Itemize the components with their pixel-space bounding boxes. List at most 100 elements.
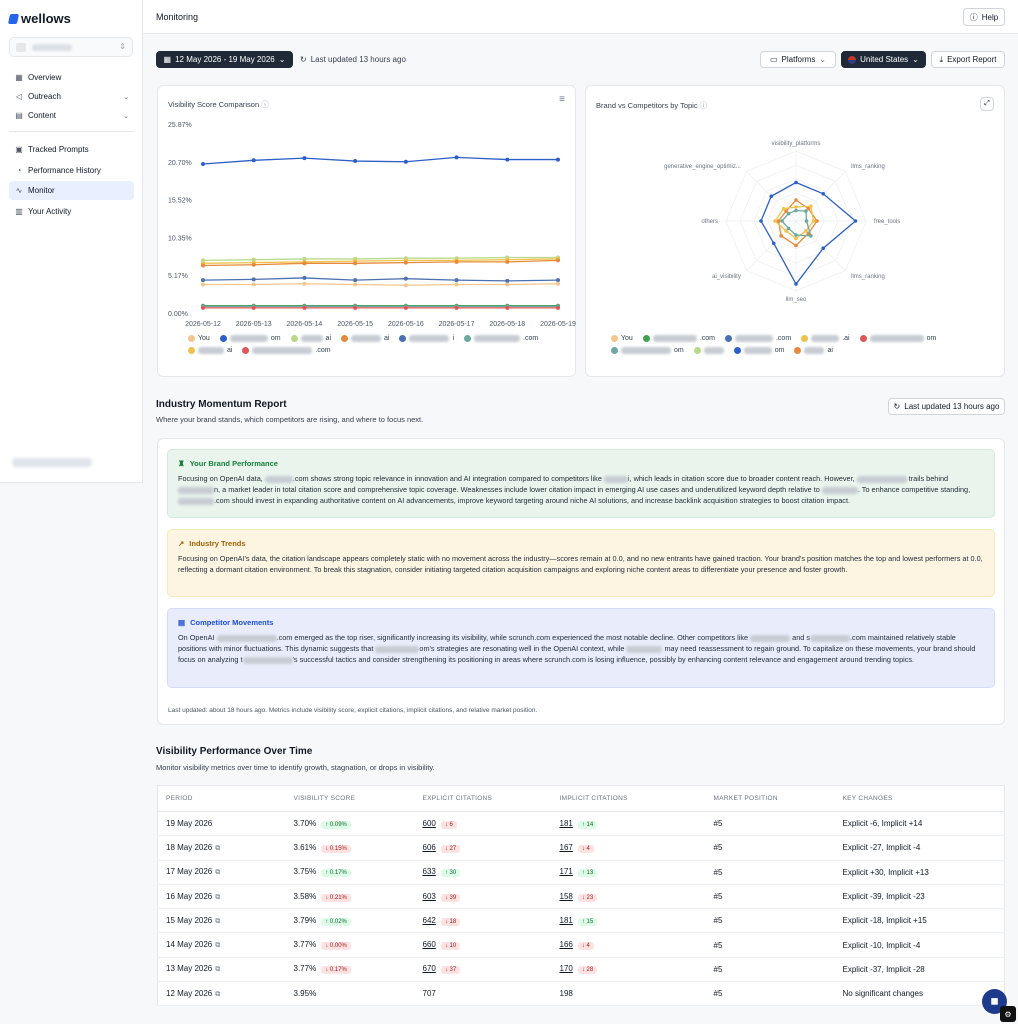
- legend-item[interactable]: ai: [794, 344, 833, 356]
- sidebar-item-overview[interactable]: ▦ Overview: [9, 68, 134, 87]
- legend-item[interactable]: om: [859, 332, 936, 344]
- legend-item[interactable]: om: [733, 344, 784, 356]
- radar-point[interactable]: [794, 243, 798, 248]
- export-report-button[interactable]: ⤓ Export Report: [931, 51, 1005, 68]
- implicit-citations-link[interactable]: 181: [560, 819, 573, 828]
- data-point[interactable]: [251, 262, 256, 267]
- radar-point[interactable]: [781, 206, 786, 211]
- radar-point[interactable]: [794, 198, 798, 202]
- help-button[interactable]: ⓘ Help: [963, 8, 1005, 26]
- data-point[interactable]: [454, 282, 459, 287]
- legend-item[interactable]: om: [219, 332, 281, 344]
- radar-point[interactable]: [853, 219, 858, 223]
- table-row[interactable]: 17 May 2026 ⧉ 3.75% ↑ 0.17% 633 ↑ 30 171 ↑ 1…: [157, 860, 1005, 885]
- data-point[interactable]: [454, 259, 459, 264]
- external-link-icon[interactable]: ⧉: [215, 918, 220, 925]
- sidebar-item-outreach[interactable]: ◁ Outreach ⌄: [9, 87, 134, 106]
- radar-point[interactable]: [809, 234, 813, 238]
- data-point[interactable]: [353, 305, 358, 310]
- table-row[interactable]: 19 May 2026 3.70% ↑ 0.09% 600 ↓ 6 181 ↑ 14 …: [157, 811, 1005, 837]
- legend-item[interactable]: [693, 344, 724, 356]
- radar-point[interactable]: [786, 211, 791, 216]
- explicit-citations-link[interactable]: 603: [423, 892, 436, 901]
- radar-point[interactable]: [794, 233, 798, 237]
- radar-point[interactable]: [804, 219, 809, 223]
- radar-point[interactable]: [821, 191, 826, 196]
- table-row[interactable]: 15 May 2026 ⧉ 3.79% ↑ 0.02% 642 ↓ 18 181 ↑ 1…: [157, 908, 1005, 934]
- implicit-citations-link[interactable]: 181: [560, 916, 573, 925]
- radar-point[interactable]: [786, 226, 791, 231]
- data-point[interactable]: [201, 282, 205, 287]
- data-point[interactable]: [403, 260, 408, 265]
- radar-point[interactable]: [794, 180, 798, 185]
- data-point[interactable]: [251, 305, 256, 310]
- radar-point[interactable]: [794, 205, 798, 209]
- column-header[interactable]: IMPLICIT CITATIONS: [551, 785, 706, 812]
- momentum-last-updated-button[interactable]: ↻ Last updated 13 hours ago: [888, 398, 1005, 415]
- explicit-citations-link[interactable]: 660: [423, 940, 436, 949]
- data-point[interactable]: [505, 305, 510, 310]
- expand-icon[interactable]: ⤢: [980, 97, 994, 111]
- legend-item[interactable]: .com: [242, 344, 331, 356]
- radar-point[interactable]: [821, 246, 826, 251]
- radar-point[interactable]: [794, 236, 798, 241]
- radar-point[interactable]: [769, 194, 774, 199]
- implicit-citations-link[interactable]: 170: [560, 964, 573, 973]
- radar-point[interactable]: [811, 219, 816, 223]
- data-point[interactable]: [454, 278, 459, 283]
- table-row[interactable]: 18 May 2026 ⧉ 3.61% ↓ 0.15% 606 ↓ 27 167 ↓ 4…: [157, 835, 1005, 861]
- data-point[interactable]: [403, 159, 408, 164]
- data-point[interactable]: [201, 278, 205, 283]
- external-link-icon[interactable]: ⧉: [215, 869, 220, 876]
- data-point[interactable]: [505, 282, 510, 287]
- data-point[interactable]: [353, 159, 358, 164]
- legend-item[interactable]: i: [399, 332, 454, 344]
- radar-point[interactable]: [794, 208, 798, 213]
- explicit-citations-link[interactable]: 633: [423, 867, 436, 876]
- column-header[interactable]: EXPLICIT CITATIONS: [414, 785, 552, 812]
- data-point[interactable]: [302, 275, 307, 280]
- radar-point[interactable]: [779, 234, 783, 238]
- legend-item[interactable]: .com: [642, 332, 715, 344]
- sidebar-item-monitor[interactable]: ∿ Monitor: [9, 181, 134, 200]
- radar-point[interactable]: [794, 282, 798, 286]
- column-header[interactable]: MARKET POSITION: [705, 785, 835, 812]
- workspace-selector[interactable]: ⇕: [9, 37, 133, 57]
- legend-item[interactable]: .com: [464, 332, 538, 344]
- radar-point[interactable]: [815, 219, 819, 223]
- table-row[interactable]: 13 May 2026 ⧉ 3.77% ↓ 0.17% 670 ↓ 37 170 ↓ 2…: [157, 957, 1005, 983]
- external-link-icon[interactable]: ⧉: [215, 966, 220, 973]
- data-point[interactable]: [302, 156, 307, 161]
- data-point[interactable]: [556, 281, 560, 286]
- radar-point[interactable]: [771, 241, 776, 246]
- radar-point[interactable]: [809, 204, 813, 208]
- sidebar-item-your-activity[interactable]: ▥ Your Activity: [9, 202, 134, 221]
- data-point[interactable]: [556, 278, 560, 283]
- legend-item[interactable]: You: [188, 332, 210, 344]
- table-row[interactable]: 16 May 2026 ⧉ 3.58% ↓ 0.21% 603 ↓ 39 158 ↓ 2…: [157, 884, 1005, 910]
- legend-item[interactable]: .ai: [801, 332, 850, 344]
- data-point[interactable]: [201, 263, 205, 268]
- data-point[interactable]: [556, 305, 560, 310]
- data-point[interactable]: [403, 305, 408, 310]
- sidebar-item-performance-history[interactable]: ◔ Performance History: [9, 161, 134, 180]
- implicit-citations-link[interactable]: 167: [560, 843, 573, 852]
- radar-point[interactable]: [804, 229, 808, 233]
- explicit-citations-link[interactable]: 600: [423, 819, 436, 828]
- implicit-citations-link[interactable]: 158: [560, 892, 573, 901]
- data-point[interactable]: [201, 161, 205, 166]
- table-row[interactable]: 12 May 2026 ⧉ 3.95% 707 198 #5 No signifi…: [157, 981, 1005, 1007]
- sidebar-item-content[interactable]: ▤ Content ⌄: [9, 106, 134, 125]
- data-point[interactable]: [251, 282, 256, 287]
- data-point[interactable]: [505, 278, 510, 283]
- user-profile-redacted[interactable]: [12, 458, 92, 467]
- radar-point[interactable]: [804, 209, 808, 213]
- data-point[interactable]: [353, 261, 358, 266]
- settings-shortcut-icon[interactable]: ⚙: [1000, 1006, 1016, 1022]
- data-point[interactable]: [302, 261, 307, 266]
- radar-point[interactable]: [773, 219, 777, 223]
- data-point[interactable]: [302, 281, 307, 286]
- external-link-icon[interactable]: ⧉: [215, 845, 220, 852]
- external-link-icon[interactable]: ⧉: [215, 894, 220, 901]
- data-point[interactable]: [403, 283, 408, 288]
